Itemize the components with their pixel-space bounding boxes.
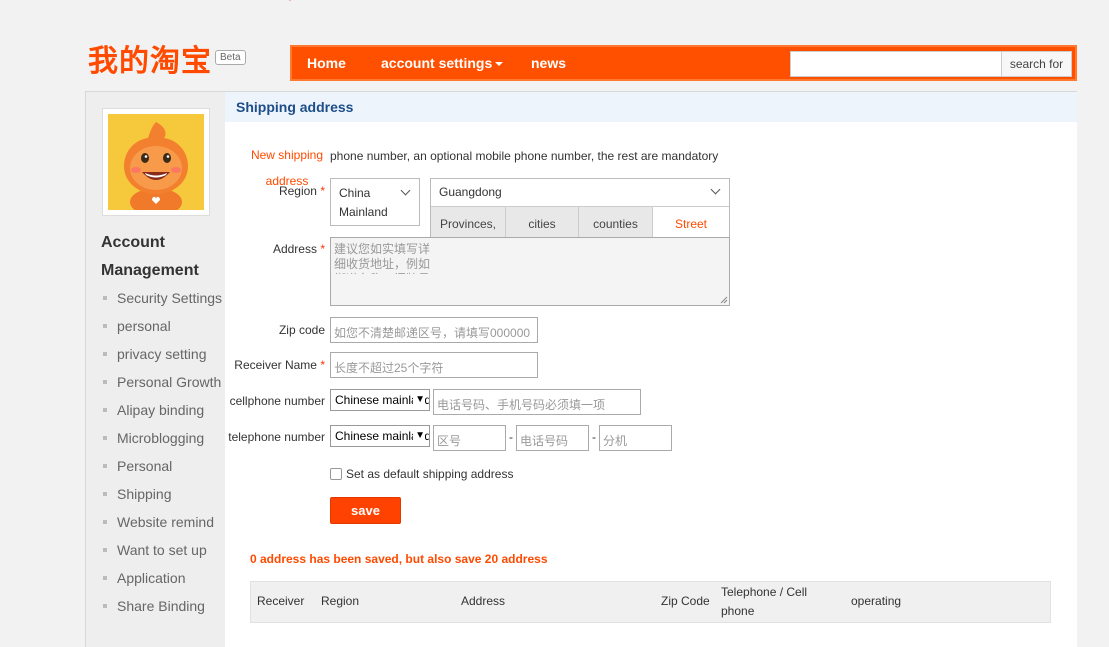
sidebar-item-shipping[interactable]: Shipping — [102, 480, 227, 508]
column-zip-code: Zip Code — [661, 594, 710, 608]
address-label-text: Address — [272, 242, 317, 256]
required-mark: * — [320, 184, 325, 198]
cellphone-label: cellphone number — [229, 394, 325, 408]
tab-provinces[interactable]: Provinces, — [431, 207, 506, 241]
mascot-icon — [108, 114, 204, 210]
zip-label: Zip code — [278, 323, 325, 337]
avatar[interactable] — [102, 108, 210, 216]
column-receiver: Receiver — [257, 594, 305, 608]
cellphone-placeholder: 电话号码、手机号码必须填一项 — [437, 398, 606, 412]
zip-input[interactable]: 如您不清楚邮递区号，请填写000000 — [330, 317, 538, 343]
nav-home[interactable]: Home — [307, 47, 346, 79]
country-value: China Mainland — [339, 186, 388, 219]
chevron-down-icon — [400, 185, 411, 196]
chevron-down-icon — [710, 184, 721, 195]
caret-down-icon — [495, 62, 504, 67]
phone-number-placeholder: 电话号码 — [520, 434, 569, 448]
sidebar-item-share-binding[interactable]: Share Binding — [102, 592, 227, 620]
sidebar-item-want-to-set-up[interactable]: Want to set up — [102, 536, 227, 564]
address-placeholder: 建议您如实填写详细收货地址，例如街道名称，门牌号码，楼层和房间号等信息 — [334, 242, 430, 274]
top-nav-bar: Home account settings news search for — [290, 45, 1077, 81]
sidebar-item-personal[interactable]: personal — [102, 312, 227, 340]
required-mark: * — [320, 358, 325, 372]
nav-account-settings[interactable]: account settings — [381, 47, 504, 79]
dropdown-arrow-icon: ▼ — [413, 426, 425, 446]
sidebar-item-microblogging[interactable]: Microblogging — [102, 424, 227, 452]
address-table-header: Receiver Region Address Zip Code Telepho… — [250, 581, 1051, 623]
sidebar-item-website-remind[interactable]: Website remind — [102, 508, 227, 536]
extension-input[interactable]: 分机 — [599, 425, 672, 451]
sidebar-menu: Security Settings personal privacy setti… — [102, 284, 227, 620]
nav-account-settings-label: account settings — [381, 55, 493, 71]
avatar-image — [108, 114, 204, 210]
sidebar-item-personal-2[interactable]: Personal — [102, 452, 227, 480]
area-code-placeholder: 区号 — [437, 434, 462, 448]
default-address-label: Set as default shipping address — [346, 467, 514, 481]
dropdown-arrow-icon: ▼ — [413, 390, 425, 410]
search-button[interactable]: search for — [1001, 52, 1071, 76]
page-title: Shipping address — [236, 99, 354, 115]
phone-number-input[interactable]: 电话号码 — [516, 425, 589, 451]
tab-street[interactable]: Street — [653, 207, 729, 241]
search-input[interactable] — [791, 52, 1002, 76]
country-select[interactable]: China Mainland — [330, 178, 420, 226]
search-box: search for — [790, 51, 1072, 77]
receiver-placeholder: 长度不超过25个字符 — [334, 361, 444, 375]
sidebar-item-personal-growth[interactable]: Personal Growth — [102, 368, 227, 396]
region-label: Region * — [245, 184, 325, 198]
address-textarea[interactable]: 建议您如实填写详细收货地址，例如街道名称，门牌号码，楼层和房间号等信息 — [330, 237, 730, 306]
required-mark: * — [320, 242, 325, 256]
column-region: Region — [321, 594, 360, 608]
receiver-label-text: Receiver Name — [234, 358, 317, 372]
main-container: Account Management Security Settings per… — [85, 91, 1077, 647]
cellphone-input[interactable]: 电话号码、手机号码必须填一项 — [433, 389, 641, 415]
sidebar-item-application[interactable]: Application — [102, 564, 227, 592]
extension-placeholder: 分机 — [603, 434, 628, 448]
receiver-input[interactable]: 长度不超过25个字符 — [330, 352, 538, 378]
dash-separator: - — [592, 430, 596, 444]
tab-counties[interactable]: counties — [579, 207, 653, 241]
cellphone-country-select[interactable]: Chinese mainland ▼ — [330, 389, 430, 411]
sidebar-title: Account Management — [101, 234, 199, 279]
province-select[interactable]: Guangdong — [431, 179, 729, 206]
clipped-text-fragment: · — [288, 0, 292, 6]
shipping-address-panel: Shipping address New shipping address ph… — [225, 92, 1077, 647]
column-operating: operating — [851, 594, 902, 608]
address-count-notice: 0 address has been saved, but also save … — [250, 552, 548, 566]
receiver-label: Receiver Name * — [225, 358, 325, 372]
nav-news[interactable]: news — [531, 47, 566, 79]
resize-handle-icon[interactable] — [720, 296, 728, 304]
sidebar-item-security-settings[interactable]: Security Settings — [102, 284, 227, 312]
region-tabs: Provinces, cities counties Street — [431, 206, 729, 241]
tab-cities[interactable]: cities — [506, 207, 579, 241]
clipped-top-text: · — [0, 0, 1109, 8]
sidebar-item-privacy-setting[interactable]: privacy setting — [102, 340, 227, 368]
beta-badge: Beta — [215, 50, 246, 65]
zip-placeholder: 如您不清楚邮递区号，请填写000000 — [334, 326, 531, 340]
logo-text: 我的淘宝 — [88, 44, 212, 79]
region-label-text: Region — [278, 184, 317, 198]
column-address: Address — [461, 594, 506, 608]
save-button[interactable]: save — [330, 497, 401, 524]
panel-header: Shipping address — [225, 92, 1077, 122]
default-address-checkbox[interactable] — [330, 468, 342, 480]
dash-separator: - — [509, 430, 513, 444]
column-telephone: Telephone / Cell phone — [721, 585, 808, 618]
address-label: Address * — [245, 242, 325, 256]
telephone-country-select[interactable]: Chinese mainland ▼ — [330, 425, 430, 447]
taobao-logo[interactable]: 我的淘宝 Beta — [88, 44, 246, 80]
telephone-label: telephone number — [228, 430, 325, 444]
sidebar-item-alipay-binding[interactable]: Alipay binding — [102, 396, 227, 424]
form-hint: phone number, an optional mobile phone n… — [330, 149, 719, 163]
area-code-input[interactable]: 区号 — [433, 425, 506, 451]
province-value: Guangdong — [439, 185, 502, 199]
